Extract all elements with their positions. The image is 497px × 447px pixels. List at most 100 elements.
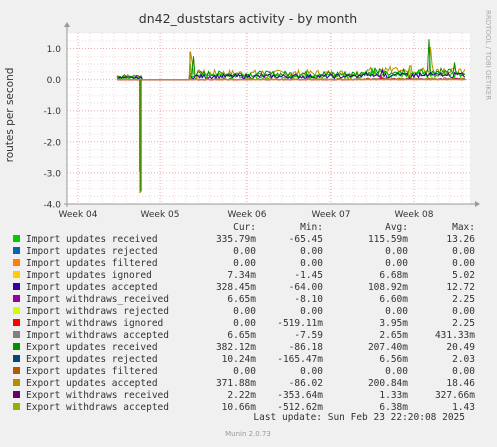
legend-value: 0.00 xyxy=(233,258,256,269)
legend-value: -353.64m xyxy=(277,390,323,401)
x-tick-label: Week 04 xyxy=(59,210,98,220)
legend-swatch xyxy=(13,259,20,266)
legend-value: 335.79m xyxy=(216,234,256,245)
legend-series-name: Import withdraws rejected xyxy=(26,306,169,317)
munin-version: Munin 2.0.73 xyxy=(225,430,271,438)
legend-value: 2.25 xyxy=(452,294,475,305)
legend-swatch xyxy=(13,355,20,362)
legend-value: -1.45 xyxy=(294,270,323,281)
legend-value: 10.24m xyxy=(222,354,257,365)
legend-series-name: Export updates accepted xyxy=(26,378,158,389)
legend-value: 328.45m xyxy=(216,282,256,293)
legend-value: 200.84m xyxy=(368,378,408,389)
legend-value: -86.02 xyxy=(289,378,323,389)
legend-value: 6.56m xyxy=(379,354,408,365)
y-tick-label: 0.0 xyxy=(47,76,62,86)
chart-title: dn42_duststars activity - by month xyxy=(139,11,357,26)
x-tick-label: Week 08 xyxy=(395,210,434,220)
legend-series-name: Import updates rejected xyxy=(26,246,158,257)
legend-series-name: Import updates ignored xyxy=(26,270,152,281)
legend-value: 115.59m xyxy=(368,234,408,245)
legend-value: -86.18 xyxy=(289,342,324,353)
x-tick-label: Week 05 xyxy=(141,210,180,220)
legend-value: 6.60m xyxy=(379,294,408,305)
legend-swatch xyxy=(13,319,20,326)
legend-swatch xyxy=(13,295,20,302)
legend-value: 5.02 xyxy=(452,270,475,281)
legend-value: 0.00 xyxy=(300,246,323,257)
legend-swatch xyxy=(13,367,20,374)
legend-swatch xyxy=(13,331,20,338)
legend-swatch xyxy=(13,235,20,242)
legend-value: 431.33m xyxy=(435,330,475,341)
legend-value: -7.59 xyxy=(294,330,323,341)
legend-value: 0.00 xyxy=(233,366,256,377)
legend-value: 6.65m xyxy=(227,294,256,305)
legend-value: 6.68m xyxy=(379,270,408,281)
legend-value: 327.66m xyxy=(435,390,475,401)
legend-column-header: Avg: xyxy=(385,222,408,233)
legend-column-header: Cur: xyxy=(233,222,256,233)
legend-series-name: Import updates accepted xyxy=(26,282,158,293)
legend-value: 2.22m xyxy=(227,390,256,401)
legend-value: -64.00 xyxy=(289,282,324,293)
legend-value: 0.00 xyxy=(452,306,475,317)
legend-value: 0.00 xyxy=(300,258,323,269)
rrdtool-side-text: RRDTOOL / TOBI OETIKER xyxy=(484,10,492,100)
legend-swatch xyxy=(13,307,20,314)
legend-value: 6.65m xyxy=(227,330,256,341)
legend-value: 0.00 xyxy=(452,246,475,257)
legend-value: 0.00 xyxy=(385,258,408,269)
legend-column-header: Min: xyxy=(300,222,323,233)
legend-value: 13.26 xyxy=(446,234,475,245)
legend-value: 1.33m xyxy=(379,390,408,401)
legend-value: 207.40m xyxy=(368,342,408,353)
munin-graph: dn42_duststars activity - by month route… xyxy=(0,0,497,443)
legend-value: 371.88m xyxy=(216,378,256,389)
y-tick-label: -3.0 xyxy=(43,169,61,179)
legend-value: -65.45 xyxy=(289,234,323,245)
legend-swatch xyxy=(13,343,20,350)
legend-value: 382.12m xyxy=(216,342,256,353)
legend-value: 10.66m xyxy=(222,402,257,413)
legend-series-name: Export updates filtered xyxy=(26,366,158,377)
last-update: Last update: Sun Feb 23 22:20:08 2025 xyxy=(253,412,465,423)
legend-value: 20.49 xyxy=(446,342,475,353)
legend-value: 0.00 xyxy=(233,318,256,329)
legend-value: 0.00 xyxy=(233,306,256,317)
legend-value: 3.95m xyxy=(379,318,408,329)
legend-value: -519.11m xyxy=(277,318,323,329)
legend-value: 0.00 xyxy=(300,306,323,317)
legend-value: 18.46 xyxy=(446,378,475,389)
legend-swatch xyxy=(13,247,20,254)
x-tick-label: Week 07 xyxy=(312,210,351,220)
legend: Cur: Min: Avg: Max: Import updates received 3… xyxy=(13,222,475,413)
legend-value: -8.10 xyxy=(294,294,323,305)
y-axis-label: routes per second xyxy=(4,68,16,163)
legend-swatch xyxy=(13,391,20,398)
legend-value: 2.65m xyxy=(379,330,408,341)
legend-value: 0.00 xyxy=(233,246,256,257)
legend-value: 7.34m xyxy=(227,270,256,281)
legend-series-name: Import withdraws_received xyxy=(26,294,169,305)
legend-value: 0.00 xyxy=(385,366,408,377)
legend-series-name: Import withdraws accepted xyxy=(26,330,169,341)
legend-series-name: Import updates received xyxy=(26,234,158,245)
legend-value: 0.00 xyxy=(452,366,475,377)
legend-swatch xyxy=(13,271,20,278)
legend-series-name: Export withdraws received xyxy=(26,390,169,401)
y-tick-label: -4.0 xyxy=(43,201,61,211)
legend-value: 2.03 xyxy=(452,354,475,365)
legend-swatch xyxy=(13,379,20,386)
legend-series-name: Import withdraws ignored xyxy=(26,318,163,329)
legend-value: 108.92m xyxy=(368,282,408,293)
legend-series-name: Export withdraws accepted xyxy=(26,402,169,413)
legend-swatch xyxy=(13,283,20,290)
y-tick-label: -2.0 xyxy=(43,138,61,148)
legend-series-name: Export updates rejected xyxy=(26,354,158,365)
legend-value: 12.72 xyxy=(446,282,475,293)
x-tick-label: Week 06 xyxy=(228,210,267,220)
legend-value: 0.00 xyxy=(300,366,323,377)
legend-value: 2.25 xyxy=(452,318,475,329)
legend-swatch xyxy=(13,403,20,410)
